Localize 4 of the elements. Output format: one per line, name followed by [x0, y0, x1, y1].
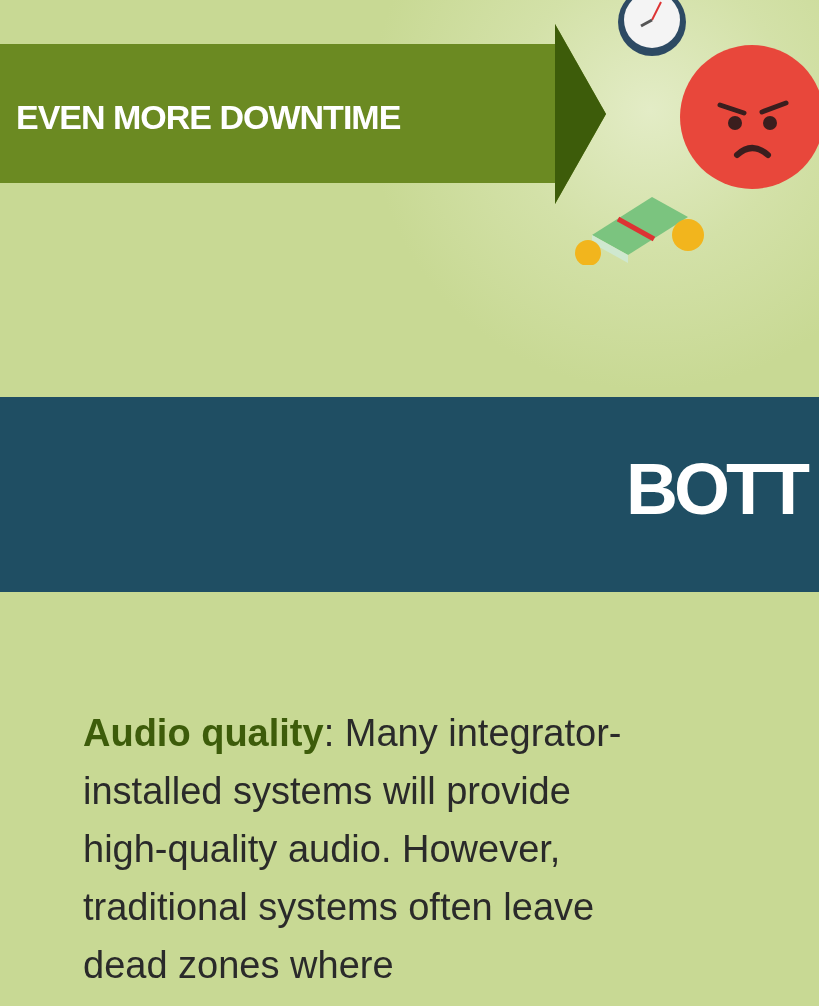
paragraph: Audio quality: Many integrator-installed systems will provide high-quality audio. However, traditional systems often leave dead zones where — [83, 711, 623, 988]
angry-face-icon — [680, 45, 819, 189]
banner-label: EVEN MORE DOWNTIME — [16, 97, 401, 138]
section-heading: BOTT — [626, 453, 808, 525]
